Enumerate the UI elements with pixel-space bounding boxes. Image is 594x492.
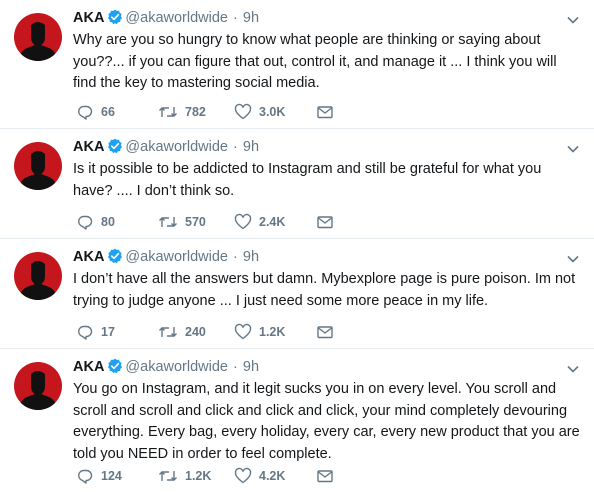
tweet-text: Why are you so hungry to know what peopl… xyxy=(73,32,557,91)
verified-badge-icon xyxy=(107,138,123,159)
tweet-timeline: AKA @akaworldwide · 9h Why are you so hun… xyxy=(0,0,594,492)
tweet-actions: 80 570 2.4K xyxy=(76,212,376,232)
separator-dot: · xyxy=(229,249,242,265)
retweet-icon xyxy=(158,213,185,231)
reply-button[interactable]: 66 xyxy=(76,102,115,122)
like-button[interactable]: 4.2K xyxy=(234,466,285,486)
separator-dot: · xyxy=(229,10,242,26)
verified-badge-icon xyxy=(107,9,123,30)
tweet-actions: 66 782 3.0K xyxy=(76,102,376,122)
tweet[interactable]: AKA @akaworldwide · 9h You go on Instagra… xyxy=(0,349,594,492)
retweet-button[interactable]: 782 xyxy=(158,102,206,122)
avatar[interactable] xyxy=(14,13,62,61)
tweet-actions: 124 1.2K 4.2K xyxy=(76,466,376,486)
chevron-down-icon[interactable] xyxy=(566,361,580,373)
user-handle[interactable]: @akaworldwide xyxy=(125,10,228,26)
heart-icon xyxy=(234,467,259,485)
chevron-down-icon[interactable] xyxy=(566,251,580,263)
reply-icon xyxy=(76,467,101,485)
user-handle[interactable]: @akaworldwide xyxy=(125,139,228,155)
verified-badge-icon xyxy=(107,248,123,269)
tweet[interactable]: AKA @akaworldwide · 9h Is it possible to … xyxy=(0,129,594,239)
tweet-text: Is it possible to be addicted to Instagr… xyxy=(73,161,542,199)
reply-count: 124 xyxy=(101,469,122,483)
retweet-button[interactable]: 240 xyxy=(158,322,206,342)
heart-icon xyxy=(234,323,259,341)
tweet[interactable]: AKA @akaworldwide · 9h Why are you so hun… xyxy=(0,0,594,129)
envelope-icon xyxy=(316,103,341,121)
retweet-button[interactable]: 570 xyxy=(158,212,206,232)
timestamp[interactable]: 9h xyxy=(243,139,259,155)
display-name[interactable]: AKA xyxy=(73,139,104,155)
display-name[interactable]: AKA xyxy=(73,249,104,265)
envelope-icon xyxy=(316,467,341,485)
timestamp[interactable]: 9h xyxy=(243,10,259,26)
retweet-icon xyxy=(158,323,185,341)
retweet-icon xyxy=(158,103,185,121)
timestamp[interactable]: 9h xyxy=(243,359,259,375)
reply-count: 66 xyxy=(101,105,115,119)
reply-icon xyxy=(76,103,101,121)
separator-dot: · xyxy=(229,359,242,375)
reply-button[interactable]: 124 xyxy=(76,466,122,486)
display-name[interactable]: AKA xyxy=(73,10,104,26)
like-count: 2.4K xyxy=(259,215,286,229)
retweet-count: 240 xyxy=(185,325,206,339)
reply-count: 80 xyxy=(101,215,115,229)
direct-message-button[interactable] xyxy=(316,466,341,486)
tweet-actions: 17 240 1.2K xyxy=(76,322,376,342)
heart-icon xyxy=(234,213,259,231)
reply-icon xyxy=(76,323,101,341)
like-button[interactable]: 3.0K xyxy=(234,102,285,122)
verified-badge-icon xyxy=(107,358,123,379)
avatar[interactable] xyxy=(14,252,62,300)
envelope-icon xyxy=(316,213,341,231)
retweet-count: 1.2K xyxy=(185,469,212,483)
separator-dot: · xyxy=(229,139,242,155)
reply-icon xyxy=(76,213,101,231)
tweet[interactable]: AKA @akaworldwide · 9h I don’t have all t… xyxy=(0,239,594,349)
display-name[interactable]: AKA xyxy=(73,359,104,375)
user-handle[interactable]: @akaworldwide xyxy=(125,359,228,375)
direct-message-button[interactable] xyxy=(316,102,341,122)
like-button[interactable]: 2.4K xyxy=(234,212,285,232)
like-count: 3.0K xyxy=(259,105,286,119)
like-count: 1.2K xyxy=(259,325,286,339)
chevron-down-icon[interactable] xyxy=(566,12,580,24)
reply-count: 17 xyxy=(101,325,115,339)
chevron-down-icon[interactable] xyxy=(566,141,580,153)
retweet-button[interactable]: 1.2K xyxy=(158,466,211,486)
envelope-icon xyxy=(316,323,341,341)
timestamp[interactable]: 9h xyxy=(243,249,259,265)
retweet-count: 570 xyxy=(185,215,206,229)
direct-message-button[interactable] xyxy=(316,322,341,342)
retweet-icon xyxy=(158,467,185,485)
heart-icon xyxy=(234,103,259,121)
direct-message-button[interactable] xyxy=(316,212,341,232)
retweet-count: 782 xyxy=(185,105,206,119)
tweet-text: I don’t have all the answers but damn. M… xyxy=(73,271,576,309)
like-count: 4.2K xyxy=(259,469,286,483)
avatar[interactable] xyxy=(14,142,62,190)
like-button[interactable]: 1.2K xyxy=(234,322,285,342)
reply-button[interactable]: 17 xyxy=(76,322,115,342)
tweet-text: You go on Instagram, and it legit sucks … xyxy=(73,381,580,462)
user-handle[interactable]: @akaworldwide xyxy=(125,249,228,265)
reply-button[interactable]: 80 xyxy=(76,212,115,232)
avatar[interactable] xyxy=(14,362,62,410)
